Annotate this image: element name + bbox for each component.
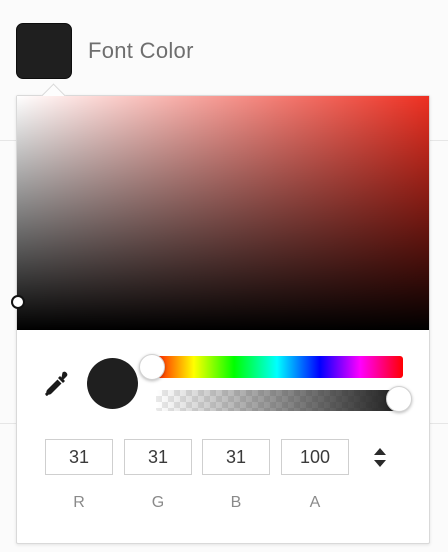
green-input[interactable]: 31 bbox=[124, 439, 192, 475]
eyedropper-icon-graphic bbox=[45, 371, 68, 396]
color-preview bbox=[87, 358, 138, 409]
alpha-slider[interactable] bbox=[156, 390, 400, 411]
hue-slider-handle[interactable] bbox=[139, 354, 165, 380]
up-down-arrows-icon[interactable] bbox=[371, 446, 389, 470]
field-label: Font Color bbox=[88, 38, 194, 63]
color-swatch-button[interactable] bbox=[16, 23, 72, 79]
green-label: G bbox=[151, 494, 165, 511]
alpha-label: A bbox=[309, 494, 321, 511]
alpha-slider-handle[interactable] bbox=[386, 386, 412, 412]
up-down-arrows-icon-graphic bbox=[374, 448, 386, 467]
eyedropper-icon[interactable] bbox=[43, 370, 71, 398]
color-picker-popover: 31 31 31 100 R G B A bbox=[11, 83, 430, 544]
blue-label: B bbox=[230, 494, 242, 511]
blue-input[interactable]: 31 bbox=[202, 439, 270, 475]
hue-slider[interactable] bbox=[151, 356, 403, 378]
saturation-brightness-area[interactable] bbox=[11, 96, 429, 330]
red-input[interactable]: 31 bbox=[45, 439, 113, 475]
red-label: R bbox=[73, 494, 85, 511]
alpha-input[interactable]: 100 bbox=[281, 439, 349, 475]
saturation-handle[interactable] bbox=[11, 295, 25, 309]
